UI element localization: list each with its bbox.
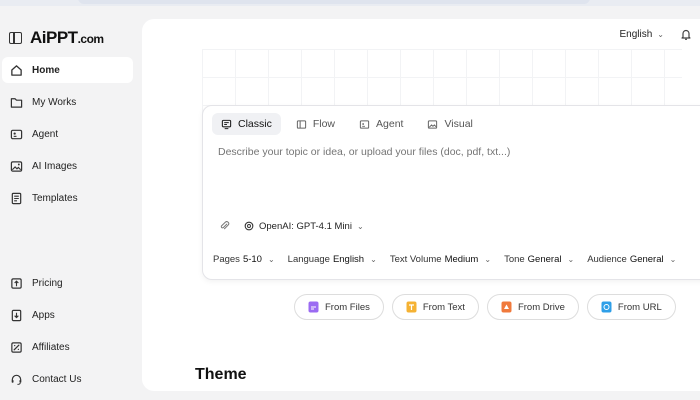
option-label: Text Volume bbox=[389, 254, 442, 265]
sidebar-item-label: Contact Us bbox=[32, 373, 82, 385]
topic-input[interactable] bbox=[218, 146, 688, 158]
option-value: English bbox=[332, 254, 365, 265]
main-content: English ⌄ Classic Flow Agent Visual Desc… bbox=[142, 19, 700, 391]
option-label: Tone bbox=[504, 254, 525, 265]
bell-icon[interactable] bbox=[680, 28, 692, 41]
sidebar-toggle-icon[interactable] bbox=[9, 32, 22, 44]
theme-section-heading: Theme bbox=[195, 366, 247, 383]
sidebar-item-templates[interactable]: Templates bbox=[2, 185, 133, 211]
logo-suffix: .com bbox=[77, 32, 105, 46]
option-label: Audience bbox=[587, 254, 627, 265]
source-label: From Text bbox=[422, 301, 465, 313]
model-label: OpenAI: GPT-4.1 Mini bbox=[259, 220, 352, 232]
pages-option[interactable]: Pages 5-10 ⌄ bbox=[213, 254, 275, 265]
text-icon bbox=[406, 301, 417, 313]
from-files-button[interactable]: From Files bbox=[294, 294, 384, 320]
option-value: General bbox=[527, 254, 562, 265]
sidebar-item-label: Pricing bbox=[32, 277, 63, 289]
mode-tabs: Classic Flow Agent Visual bbox=[212, 113, 482, 135]
sidebar-item-home[interactable]: Home bbox=[2, 57, 133, 83]
model-selector[interactable]: OpenAI: GPT-4.1 Mini ⌄ bbox=[244, 218, 364, 234]
tab-label: Classic bbox=[238, 118, 272, 130]
chevron-down-icon: ⌄ bbox=[356, 221, 364, 231]
pricing-icon bbox=[11, 277, 22, 289]
brand: AiPPT.com bbox=[9, 28, 104, 48]
sidebar-item-contact-us[interactable]: Contact Us bbox=[2, 366, 133, 392]
presentation-creator-card: Classic Flow Agent Visual OpenAI: GPT-4.… bbox=[202, 105, 700, 280]
folder-icon bbox=[10, 97, 23, 108]
tab-visual[interactable]: Visual bbox=[418, 113, 481, 135]
image-icon bbox=[428, 119, 438, 129]
drive-icon bbox=[501, 301, 512, 313]
from-url-button[interactable]: From URL bbox=[586, 294, 676, 320]
sidebar-item-apps[interactable]: Apps bbox=[2, 302, 133, 328]
headset-icon bbox=[11, 374, 22, 385]
option-label: Language bbox=[287, 254, 330, 265]
option-value: 5-10 bbox=[242, 254, 262, 265]
chevron-down-icon: ⌄ bbox=[267, 255, 275, 264]
sidebar-item-label: Home bbox=[32, 64, 60, 76]
sidebar: AiPPT.com Home My Works Agent AI Images … bbox=[0, 6, 140, 400]
image-icon bbox=[10, 160, 23, 172]
sidebar-item-label: Templates bbox=[32, 192, 78, 204]
tab-label: Visual bbox=[444, 118, 473, 130]
language-option[interactable]: Language English ⌄ bbox=[288, 254, 377, 265]
sidebar-item-label: AI Images bbox=[32, 160, 78, 172]
classic-icon bbox=[221, 119, 232, 129]
language-label: English bbox=[619, 29, 653, 40]
home-icon bbox=[11, 64, 22, 76]
tab-label: Flow bbox=[312, 118, 336, 130]
text-volume-option[interactable]: Text Volume Medium ⌄ bbox=[390, 254, 491, 265]
sidebar-item-pricing[interactable]: Pricing bbox=[2, 270, 133, 296]
chevron-down-icon: ⌄ bbox=[370, 255, 377, 264]
option-label: Pages bbox=[213, 254, 240, 265]
from-drive-button[interactable]: From Drive bbox=[486, 294, 579, 320]
chevron-down-icon: ⌄ bbox=[657, 30, 664, 39]
sidebar-item-label: Affiliates bbox=[32, 341, 70, 353]
affiliates-icon bbox=[11, 341, 22, 353]
from-text-button[interactable]: From Text bbox=[391, 294, 479, 320]
template-icon bbox=[11, 192, 22, 204]
file-icon bbox=[308, 301, 319, 313]
sidebar-item-affiliates[interactable]: Affiliates bbox=[2, 334, 133, 360]
sidebar-item-agent[interactable]: Agent bbox=[2, 121, 133, 147]
tab-classic[interactable]: Classic bbox=[212, 113, 281, 135]
sidebar-item-my-works[interactable]: My Works bbox=[2, 89, 133, 115]
generation-options: Pages 5-10 ⌄ Language English ⌄ Text Volum… bbox=[213, 254, 676, 265]
chevron-down-icon: ⌄ bbox=[484, 255, 492, 264]
sidebar-item-label: My Works bbox=[32, 96, 77, 108]
flow-icon bbox=[296, 119, 306, 129]
apps-icon bbox=[11, 309, 22, 321]
audience-option[interactable]: Audience General ⌄ bbox=[587, 254, 676, 265]
logo[interactable]: AiPPT.com bbox=[30, 28, 104, 48]
chevron-down-icon: ⌄ bbox=[567, 255, 575, 264]
paperclip-icon[interactable] bbox=[219, 220, 230, 231]
source-label: From Files bbox=[325, 301, 370, 313]
sidebar-item-ai-images[interactable]: AI Images bbox=[2, 153, 133, 179]
link-icon bbox=[601, 301, 612, 313]
tab-agent[interactable]: Agent bbox=[350, 113, 412, 135]
tab-label: Agent bbox=[376, 118, 404, 130]
sidebar-item-label: Apps bbox=[32, 309, 55, 321]
language-selector[interactable]: English ⌄ bbox=[619, 29, 664, 40]
agent-icon bbox=[10, 129, 23, 139]
import-sources: From Files From Text From Drive From URL bbox=[294, 294, 676, 320]
logo-main: AiPPT bbox=[30, 28, 78, 47]
source-label: From Drive bbox=[517, 301, 565, 313]
chevron-down-icon: ⌄ bbox=[669, 255, 677, 264]
tone-option[interactable]: Tone General ⌄ bbox=[504, 254, 574, 265]
option-value: General bbox=[629, 254, 664, 265]
openai-icon bbox=[244, 221, 254, 231]
sidebar-item-label: Agent bbox=[32, 128, 59, 140]
source-label: From URL bbox=[617, 301, 662, 313]
tab-flow[interactable]: Flow bbox=[287, 113, 344, 135]
option-value: Medium bbox=[444, 254, 479, 265]
agent-icon bbox=[359, 119, 370, 129]
top-strip-pill bbox=[78, 0, 590, 4]
